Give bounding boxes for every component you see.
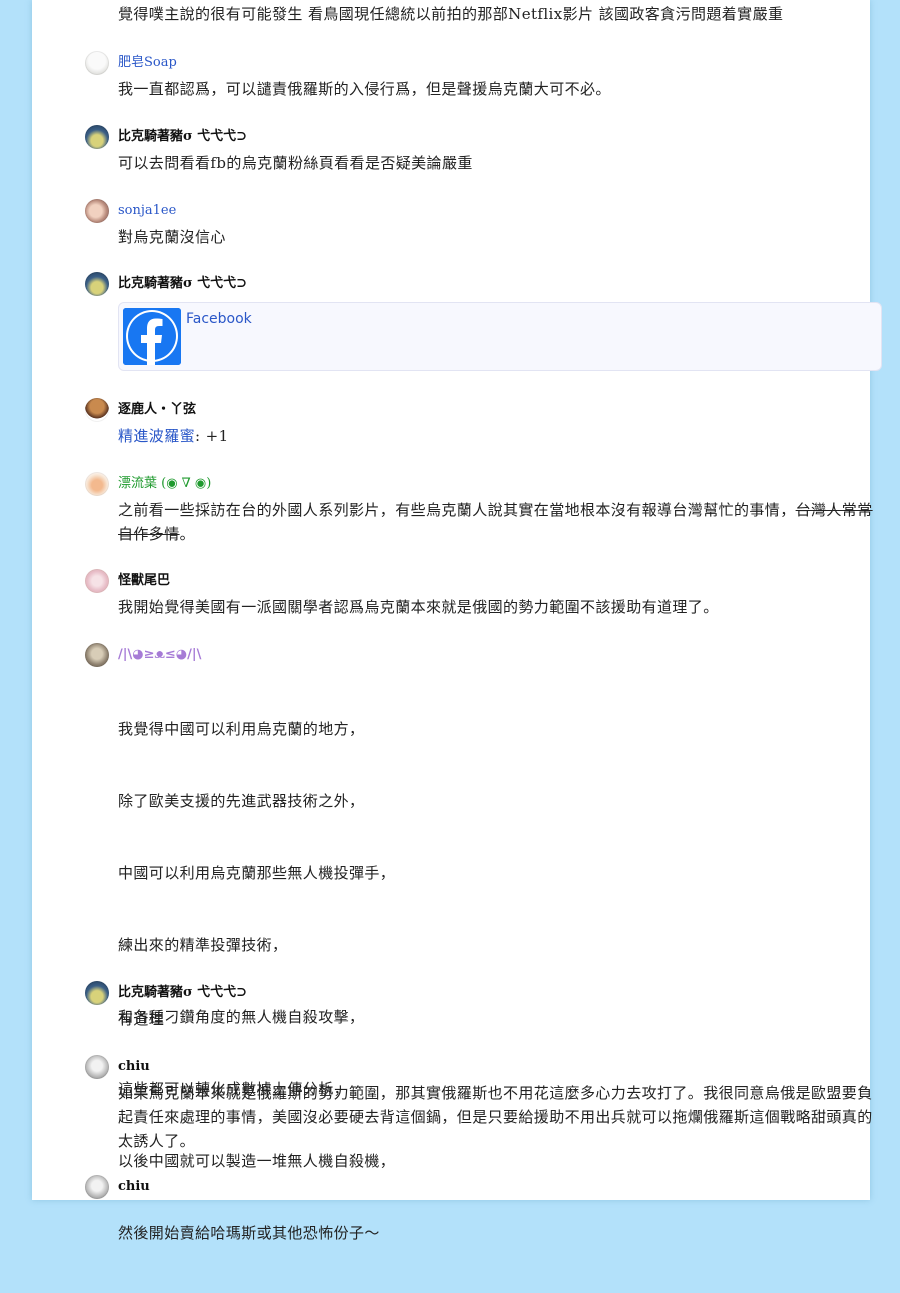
comment-line: 我覺得中國可以利用烏克蘭的地方， bbox=[118, 720, 365, 738]
avatar[interactable] bbox=[85, 1175, 109, 1199]
author-row: 漂流葉 (◉ ∇ ◉) bbox=[85, 472, 880, 496]
comment-line: 練出來的精準投彈技術， bbox=[118, 936, 288, 954]
comment-item: 覺得噗主說的很有可能發生 看鳥國現任總統以前拍的那部Netflix影片 該國政客… bbox=[85, 0, 880, 26]
link-preview-title[interactable]: Facebook bbox=[186, 311, 252, 327]
comment-text: 我一直都認爲，可以譴責俄羅斯的入侵行爲，但是聲援烏克蘭大可不必。 bbox=[118, 80, 611, 98]
avatar[interactable] bbox=[85, 981, 109, 1005]
comment-text: 對烏克蘭沒信心 bbox=[118, 228, 226, 246]
author-row: chiu bbox=[85, 1175, 880, 1199]
avatar[interactable] bbox=[85, 272, 109, 296]
plurk-response-list: 覺得噗主說的很有可能發生 看鳥國現任總統以前拍的那部Netflix影片 該國政客… bbox=[32, 0, 882, 1242]
author-row: 怪獸尾巴 bbox=[85, 569, 880, 593]
avatar[interactable] bbox=[85, 51, 109, 75]
author-name[interactable]: 比克騎著豬σ 弋弋弋⊃ bbox=[118, 981, 247, 1005]
comment-item: 漂流葉 (◉ ∇ ◉) 之前看一些採訪在台的外國人系列影片，有些烏克蘭人說其實在… bbox=[85, 472, 880, 546]
author-name[interactable]: 比克騎著豬σ 弋弋弋⊃ bbox=[118, 272, 247, 296]
comment-text-main: 之前看一些採訪在台的外國人系列影片，有些烏克蘭人說其實在當地根本沒有報導台灣幫忙… bbox=[118, 501, 796, 519]
reply-suffix: : +1 bbox=[195, 427, 229, 445]
avatar[interactable] bbox=[85, 472, 109, 496]
author-name[interactable]: 比克騎著豬σ 弋弋弋⊃ bbox=[118, 125, 247, 149]
author-name[interactable]: 怪獸尾巴 bbox=[118, 569, 170, 593]
author-row: chiu bbox=[85, 1055, 880, 1079]
author-row: 逐鹿人・丫弦 bbox=[85, 398, 880, 422]
comment-item: 肥皂Soap 我一直都認爲，可以譴責俄羅斯的入侵行爲，但是聲援烏克蘭大可不必。 bbox=[85, 51, 880, 101]
mention-link[interactable]: 精進波羅蜜 bbox=[118, 427, 195, 445]
avatar[interactable] bbox=[85, 1055, 109, 1079]
comment-text-tail: 。 bbox=[179, 525, 196, 543]
author-name[interactable]: 逐鹿人・丫弦 bbox=[118, 398, 196, 422]
comment-item: 比克騎著豬σ 弋弋弋⊃ 可以去問看看fb的烏克蘭粉絲頁看看是否疑美論嚴重 bbox=[85, 125, 880, 175]
comment-item: 比克騎著豬σ 弋弋弋⊃ 有道理 bbox=[85, 981, 880, 1031]
comment-item: chiu 如果烏克蘭本來就是俄羅斯的勢力範圍，那其實俄羅斯也不用花這麼多心力去攻… bbox=[85, 1055, 880, 1153]
comment-text: 可以去問看看fb的烏克蘭粉絲頁看看是否疑美論嚴重 bbox=[118, 154, 473, 172]
comment-line: 除了歐美支援的先進武器技術之外， bbox=[118, 792, 365, 810]
comment-text: 有道理 bbox=[118, 1010, 165, 1028]
author-row: 比克騎著豬σ 弋弋弋⊃ bbox=[85, 125, 880, 149]
avatar[interactable] bbox=[85, 569, 109, 593]
author-row: 肥皂Soap bbox=[85, 51, 880, 75]
author-name[interactable]: chiu bbox=[118, 1175, 150, 1199]
author-name[interactable]: /|\◕≥ᴥ≤◕/|\ bbox=[118, 643, 201, 667]
comment-item: 逐鹿人・丫弦 精進波羅蜜: +1 bbox=[85, 398, 880, 448]
comment-text: 我開始覺得美國有一派國關學者認爲烏克蘭本來就是俄國的勢力範圍不該援助有道理了。 bbox=[118, 598, 719, 616]
comment-item: 比克騎著豬σ 弋弋弋⊃ Facebook bbox=[85, 272, 882, 371]
author-name[interactable]: 漂流葉 (◉ ∇ ◉) bbox=[118, 472, 211, 496]
author-row: 比克騎著豬σ 弋弋弋⊃ bbox=[85, 272, 880, 296]
comment-item: chiu bbox=[85, 1175, 880, 1199]
author-row: 比克騎著豬σ 弋弋弋⊃ bbox=[85, 981, 880, 1005]
avatar[interactable] bbox=[85, 643, 109, 667]
comment-line: 然後開始賣給哈瑪斯或其他恐怖份子～ bbox=[118, 1224, 380, 1242]
comment-item: sonja1ee 對烏克蘭沒信心 bbox=[85, 199, 880, 249]
comment-line: 中國可以利用烏克蘭那些無人機投彈手， bbox=[118, 864, 396, 882]
comment-text: 精進波羅蜜: +1 bbox=[118, 424, 880, 448]
author-name[interactable]: 肥皂Soap bbox=[118, 51, 177, 75]
comment-text: 如果烏克蘭本來就是俄羅斯的勢力範圍，那其實俄羅斯也不用花這麼多心力去攻打了。我很… bbox=[118, 1084, 873, 1150]
author-name[interactable]: sonja1ee bbox=[118, 199, 176, 223]
facebook-logo-icon bbox=[123, 308, 181, 365]
avatar[interactable] bbox=[85, 199, 109, 223]
link-preview-card[interactable]: Facebook bbox=[118, 302, 882, 371]
author-row: sonja1ee bbox=[85, 199, 880, 223]
author-row: /|\◕≥ᴥ≤◕/|\ bbox=[85, 643, 880, 667]
comment-item: 怪獸尾巴 我開始覺得美國有一派國關學者認爲烏克蘭本來就是俄國的勢力範圍不該援助有… bbox=[85, 569, 880, 619]
author-name[interactable]: chiu bbox=[118, 1055, 150, 1079]
avatar[interactable] bbox=[85, 398, 109, 422]
comment-text: 之前看一些採訪在台的外國人系列影片，有些烏克蘭人說其實在當地根本沒有報導台灣幫忙… bbox=[118, 498, 880, 546]
comment-text: 覺得噗主說的很有可能發生 看鳥國現任總統以前拍的那部Netflix影片 該國政客… bbox=[118, 5, 784, 23]
avatar[interactable] bbox=[85, 125, 109, 149]
